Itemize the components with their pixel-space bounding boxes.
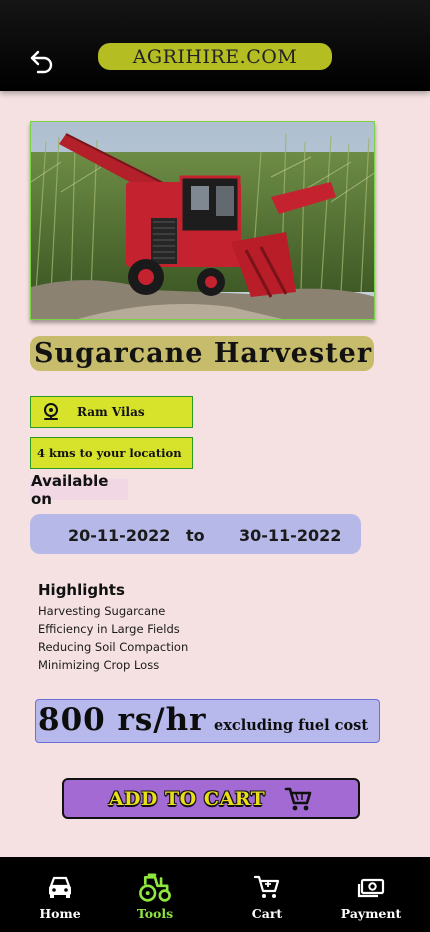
equipment-title: Sugarcane Harvester — [30, 336, 374, 371]
add-to-cart-label: ADD TO CART — [108, 787, 266, 810]
brand-title: AGRIHIRE.COM — [98, 43, 332, 70]
add-to-cart-button[interactable]: ADD TO CART — [62, 778, 360, 819]
equipment-photo — [30, 121, 375, 320]
highlights-heading: Highlights — [38, 581, 125, 599]
nav-label-tools: Tools — [136, 906, 174, 921]
cart-icon — [284, 787, 312, 810]
availability-label: Available on — [30, 472, 128, 508]
owner-name: Ram Vilas — [77, 405, 145, 419]
availability-dates[interactable]: 20-11-2022 to 30-11-2022 — [30, 514, 361, 554]
car-icon — [49, 876, 71, 898]
nav-label-payment: Payment — [340, 906, 402, 921]
date-to: 30-11-2022 — [239, 526, 342, 545]
highlight-item: Minimizing Crop Loss — [38, 658, 160, 672]
money-icon — [357, 878, 385, 898]
back-button[interactable] — [28, 48, 56, 74]
back-arrow-icon — [30, 50, 53, 74]
tractor-icon — [139, 873, 171, 902]
highlights-list: Harvesting Sugarcane Efficiency in Large… — [38, 602, 188, 674]
nav-item-cart[interactable]: Cart — [222, 857, 312, 932]
nav-item-payment[interactable]: Payment — [326, 857, 416, 932]
nav-label-cart: Cart — [251, 906, 283, 921]
location-pin-icon — [44, 403, 58, 420]
price-box: 800 rs/hr excluding fuel cost — [35, 699, 380, 743]
price-note: excluding fuel cost — [214, 717, 369, 734]
highlight-item: Harvesting Sugarcane — [38, 604, 166, 618]
bottom-nav: Home Tools Cart Payment — [0, 857, 430, 932]
nav-item-tools[interactable]: Tools — [110, 857, 200, 932]
distance-chip: 4 kms to your location — [30, 437, 193, 469]
highlight-item: Reducing Soil Compaction — [38, 640, 189, 654]
date-from: 20-11-2022 — [68, 526, 171, 545]
hourly-rate: 800 rs/hr — [38, 702, 207, 738]
highlight-item: Efficiency in Large Fields — [38, 622, 180, 636]
nav-label-home: Home — [39, 906, 81, 921]
date-separator: to — [186, 526, 205, 545]
nav-item-home[interactable]: Home — [15, 857, 105, 932]
owner-chip[interactable]: Ram Vilas — [30, 396, 193, 428]
cart-icon — [253, 875, 280, 898]
app-header: AGRIHIRE.COM — [0, 0, 430, 91]
